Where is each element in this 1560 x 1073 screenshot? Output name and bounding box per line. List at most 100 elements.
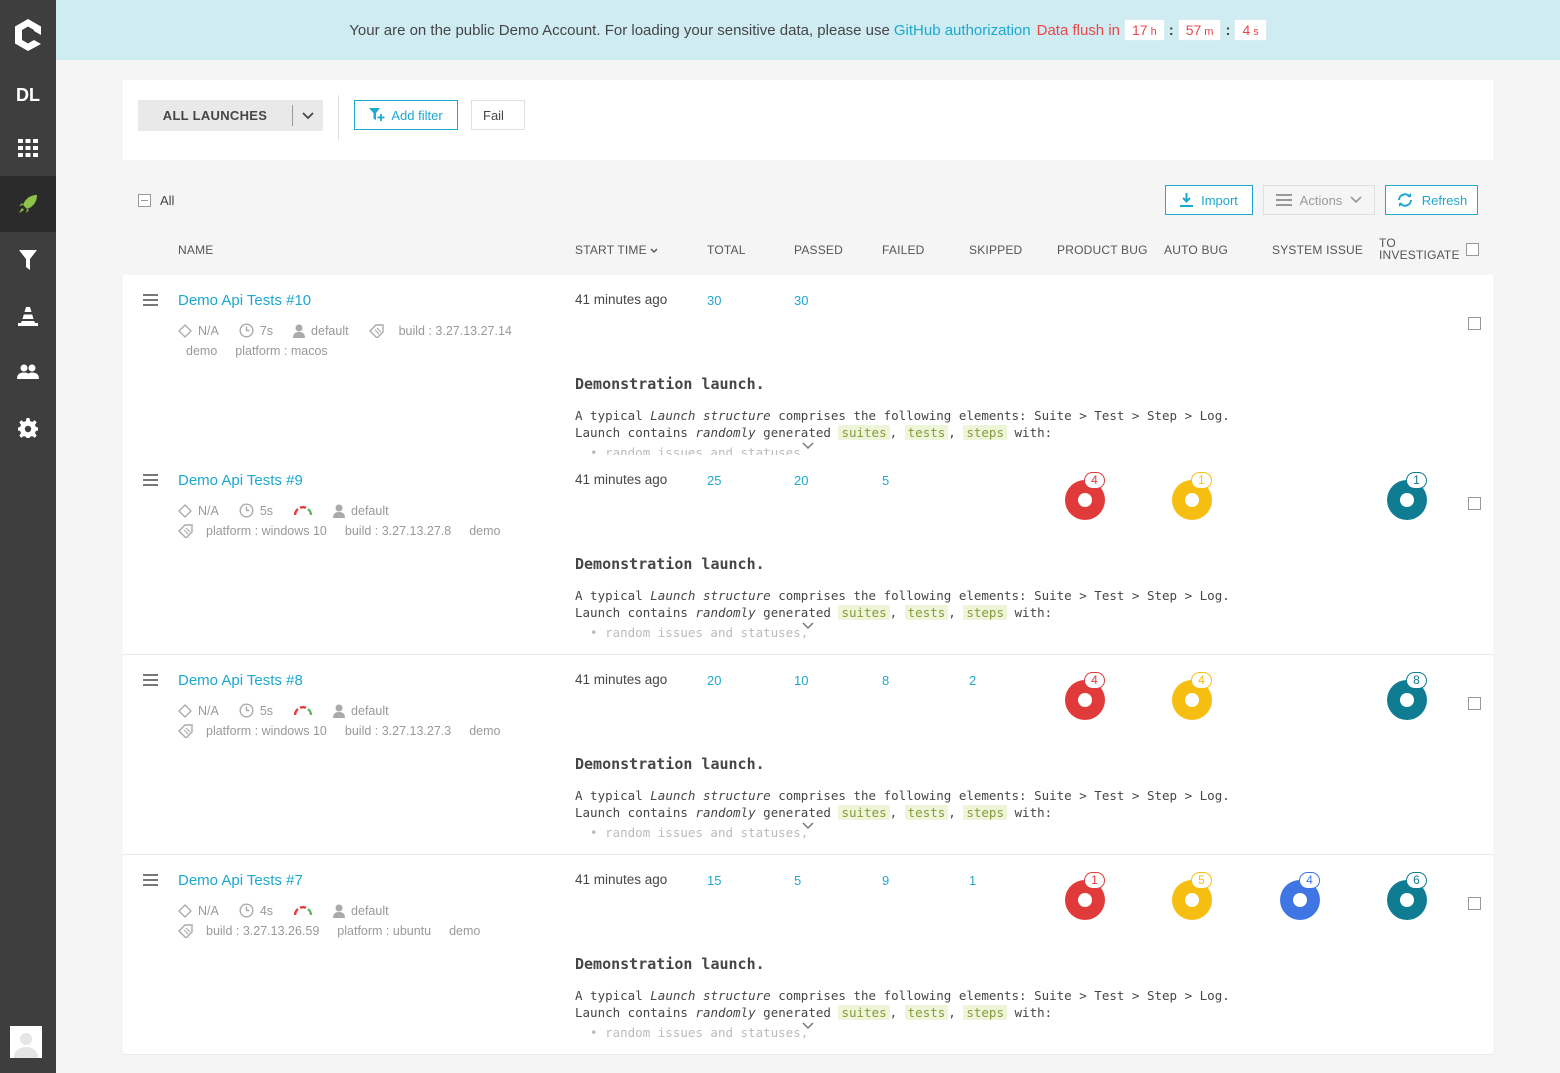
skipped-count[interactable]: 1 — [969, 873, 976, 888]
attribute-tag[interactable]: demo — [469, 524, 500, 538]
owner-na-label: N/A — [198, 703, 219, 718]
passed-count[interactable]: 5 — [794, 873, 801, 888]
col-total[interactable]: TOTAL — [707, 243, 746, 257]
col-product-bug[interactable]: PRODUCT BUG — [1057, 243, 1148, 257]
total-count[interactable]: 30 — [707, 293, 721, 308]
nav-filters[interactable] — [0, 232, 56, 288]
passed-count[interactable]: 20 — [794, 473, 808, 488]
import-button[interactable]: Import — [1165, 185, 1253, 215]
app-logo[interactable] — [0, 0, 56, 70]
col-passed[interactable]: PASSED — [794, 243, 843, 257]
members-icon — [17, 364, 39, 379]
attribute-tag[interactable]: build : 3.27.13.27.3 — [345, 724, 451, 738]
product-bug-donut[interactable]: 4 — [1065, 472, 1105, 520]
filter-tab-fail[interactable]: Fail — [471, 100, 525, 130]
attribute-tag[interactable]: build : 3.27.13.27.8 — [345, 524, 451, 538]
attribute-tag[interactable]: platform : windows 10 — [206, 524, 327, 538]
add-filter-button[interactable]: Add filter — [354, 100, 458, 130]
header-checkbox[interactable] — [1466, 243, 1479, 256]
status-gauge-icon — [293, 905, 313, 915]
github-auth-link[interactable]: GitHub authorization — [894, 22, 1031, 39]
launch-name[interactable]: Demo Api Tests #10 — [178, 292, 311, 309]
auto-bug-count[interactable]: 1 — [1191, 472, 1212, 489]
to-investigate-donut[interactable]: 8 — [1387, 672, 1427, 720]
col-skipped[interactable]: SKIPPED — [969, 243, 1022, 257]
total-count[interactable]: 20 — [707, 673, 721, 688]
tag-suites: suites — [838, 805, 890, 820]
to-investigate-count[interactable]: 8 — [1406, 672, 1427, 689]
attribute-tag[interactable]: demo — [469, 724, 500, 738]
chevron-down-icon[interactable] — [293, 111, 323, 120]
menu-icon[interactable] — [143, 874, 158, 889]
nav-debug[interactable] — [0, 288, 56, 344]
to-investigate-donut[interactable]: 1 — [1387, 472, 1427, 520]
launch-name[interactable]: Demo Api Tests #9 — [178, 472, 303, 489]
project-selector[interactable]: DL — [0, 70, 56, 120]
expand-description-icon[interactable] — [801, 1022, 815, 1030]
auto-bug-donut[interactable]: 4 — [1172, 672, 1212, 720]
attribute-tag[interactable]: build : 3.27.13.27.14 — [399, 324, 512, 338]
product-bug-count[interactable]: 4 — [1084, 472, 1105, 489]
passed-count[interactable]: 30 — [794, 293, 808, 308]
failed-count[interactable]: 5 — [882, 473, 889, 488]
col-auto-bug[interactable]: AUTO BUG — [1164, 243, 1228, 257]
row-checkbox[interactable] — [1468, 897, 1481, 910]
nav-members[interactable] — [0, 344, 56, 400]
col-start-time[interactable]: START TIME — [575, 243, 658, 257]
expand-description-icon[interactable] — [801, 442, 815, 450]
product-bug-donut[interactable]: 1 — [1065, 872, 1105, 920]
system-issue-count[interactable]: 4 — [1299, 872, 1320, 889]
duration-value: 7s — [259, 323, 274, 338]
col-to-investigate[interactable]: TO INVESTIGATE — [1379, 237, 1460, 261]
menu-icon[interactable] — [143, 294, 158, 309]
refresh-button[interactable]: Refresh — [1385, 185, 1478, 215]
to-investigate-count[interactable]: 1 — [1406, 472, 1427, 489]
failed-count[interactable]: 9 — [882, 873, 889, 888]
attribute-tag[interactable]: build : 3.27.13.26.59 — [206, 924, 319, 938]
menu-icon[interactable] — [143, 674, 158, 689]
col-name[interactable]: NAME — [178, 243, 213, 257]
col-failed[interactable]: FAILED — [882, 243, 925, 257]
launch-name[interactable]: Demo Api Tests #7 — [178, 872, 303, 889]
expand-description-icon[interactable] — [801, 622, 815, 630]
col-system-issue[interactable]: SYSTEM ISSUE — [1272, 243, 1363, 257]
select-all[interactable]: All — [138, 193, 174, 208]
launches-dropdown[interactable]: ALL LAUNCHES — [138, 100, 323, 131]
attribute-tag[interactable]: demo — [186, 344, 217, 358]
row-checkbox[interactable] — [1468, 317, 1481, 330]
auto-bug-donut[interactable]: 5 — [1172, 872, 1212, 920]
nav-launches[interactable] — [0, 176, 56, 232]
product-bug-donut[interactable]: 4 — [1065, 672, 1105, 720]
product-bug-count[interactable]: 4 — [1084, 672, 1105, 689]
total-count[interactable]: 25 — [707, 473, 721, 488]
menu-icon[interactable] — [143, 474, 158, 489]
nav-settings[interactable] — [0, 400, 56, 456]
attribute-tag[interactable]: platform : windows 10 — [206, 724, 327, 738]
launch-description: Demonstration launch. A typical Launch s… — [575, 755, 1230, 841]
passed-count[interactable]: 10 — [794, 673, 808, 688]
select-all-checkbox[interactable] — [138, 194, 151, 207]
product-bug-count[interactable]: 1 — [1084, 872, 1105, 889]
failed-count[interactable]: 8 — [882, 673, 889, 688]
to-investigate-count[interactable]: 6 — [1406, 872, 1427, 889]
flush-hours-value: 17 — [1132, 22, 1148, 38]
expand-description-icon[interactable] — [801, 822, 815, 830]
total-count[interactable]: 15 — [707, 873, 721, 888]
avatar[interactable] — [10, 1026, 42, 1058]
actions-dropdown[interactable]: Actions — [1263, 185, 1375, 215]
row-checkbox[interactable] — [1468, 697, 1481, 710]
system-issue-donut[interactable]: 4 — [1280, 872, 1320, 920]
to-investigate-donut[interactable]: 6 — [1387, 872, 1427, 920]
owner-na-label: N/A — [198, 503, 219, 518]
skipped-count[interactable]: 2 — [969, 673, 976, 688]
auto-bug-count[interactable]: 5 — [1191, 872, 1212, 889]
attribute-tag[interactable]: platform : ubuntu — [337, 924, 431, 938]
launch-name[interactable]: Demo Api Tests #8 — [178, 672, 303, 689]
nav-dashboards[interactable] — [0, 120, 56, 176]
auto-bug-count[interactable]: 4 — [1191, 672, 1212, 689]
auto-bug-donut[interactable]: 1 — [1172, 472, 1212, 520]
attribute-tag[interactable]: demo — [449, 924, 480, 938]
launch-user-name: default — [351, 703, 389, 718]
row-checkbox[interactable] — [1468, 497, 1481, 510]
attribute-tag[interactable]: platform : macos — [235, 344, 327, 358]
